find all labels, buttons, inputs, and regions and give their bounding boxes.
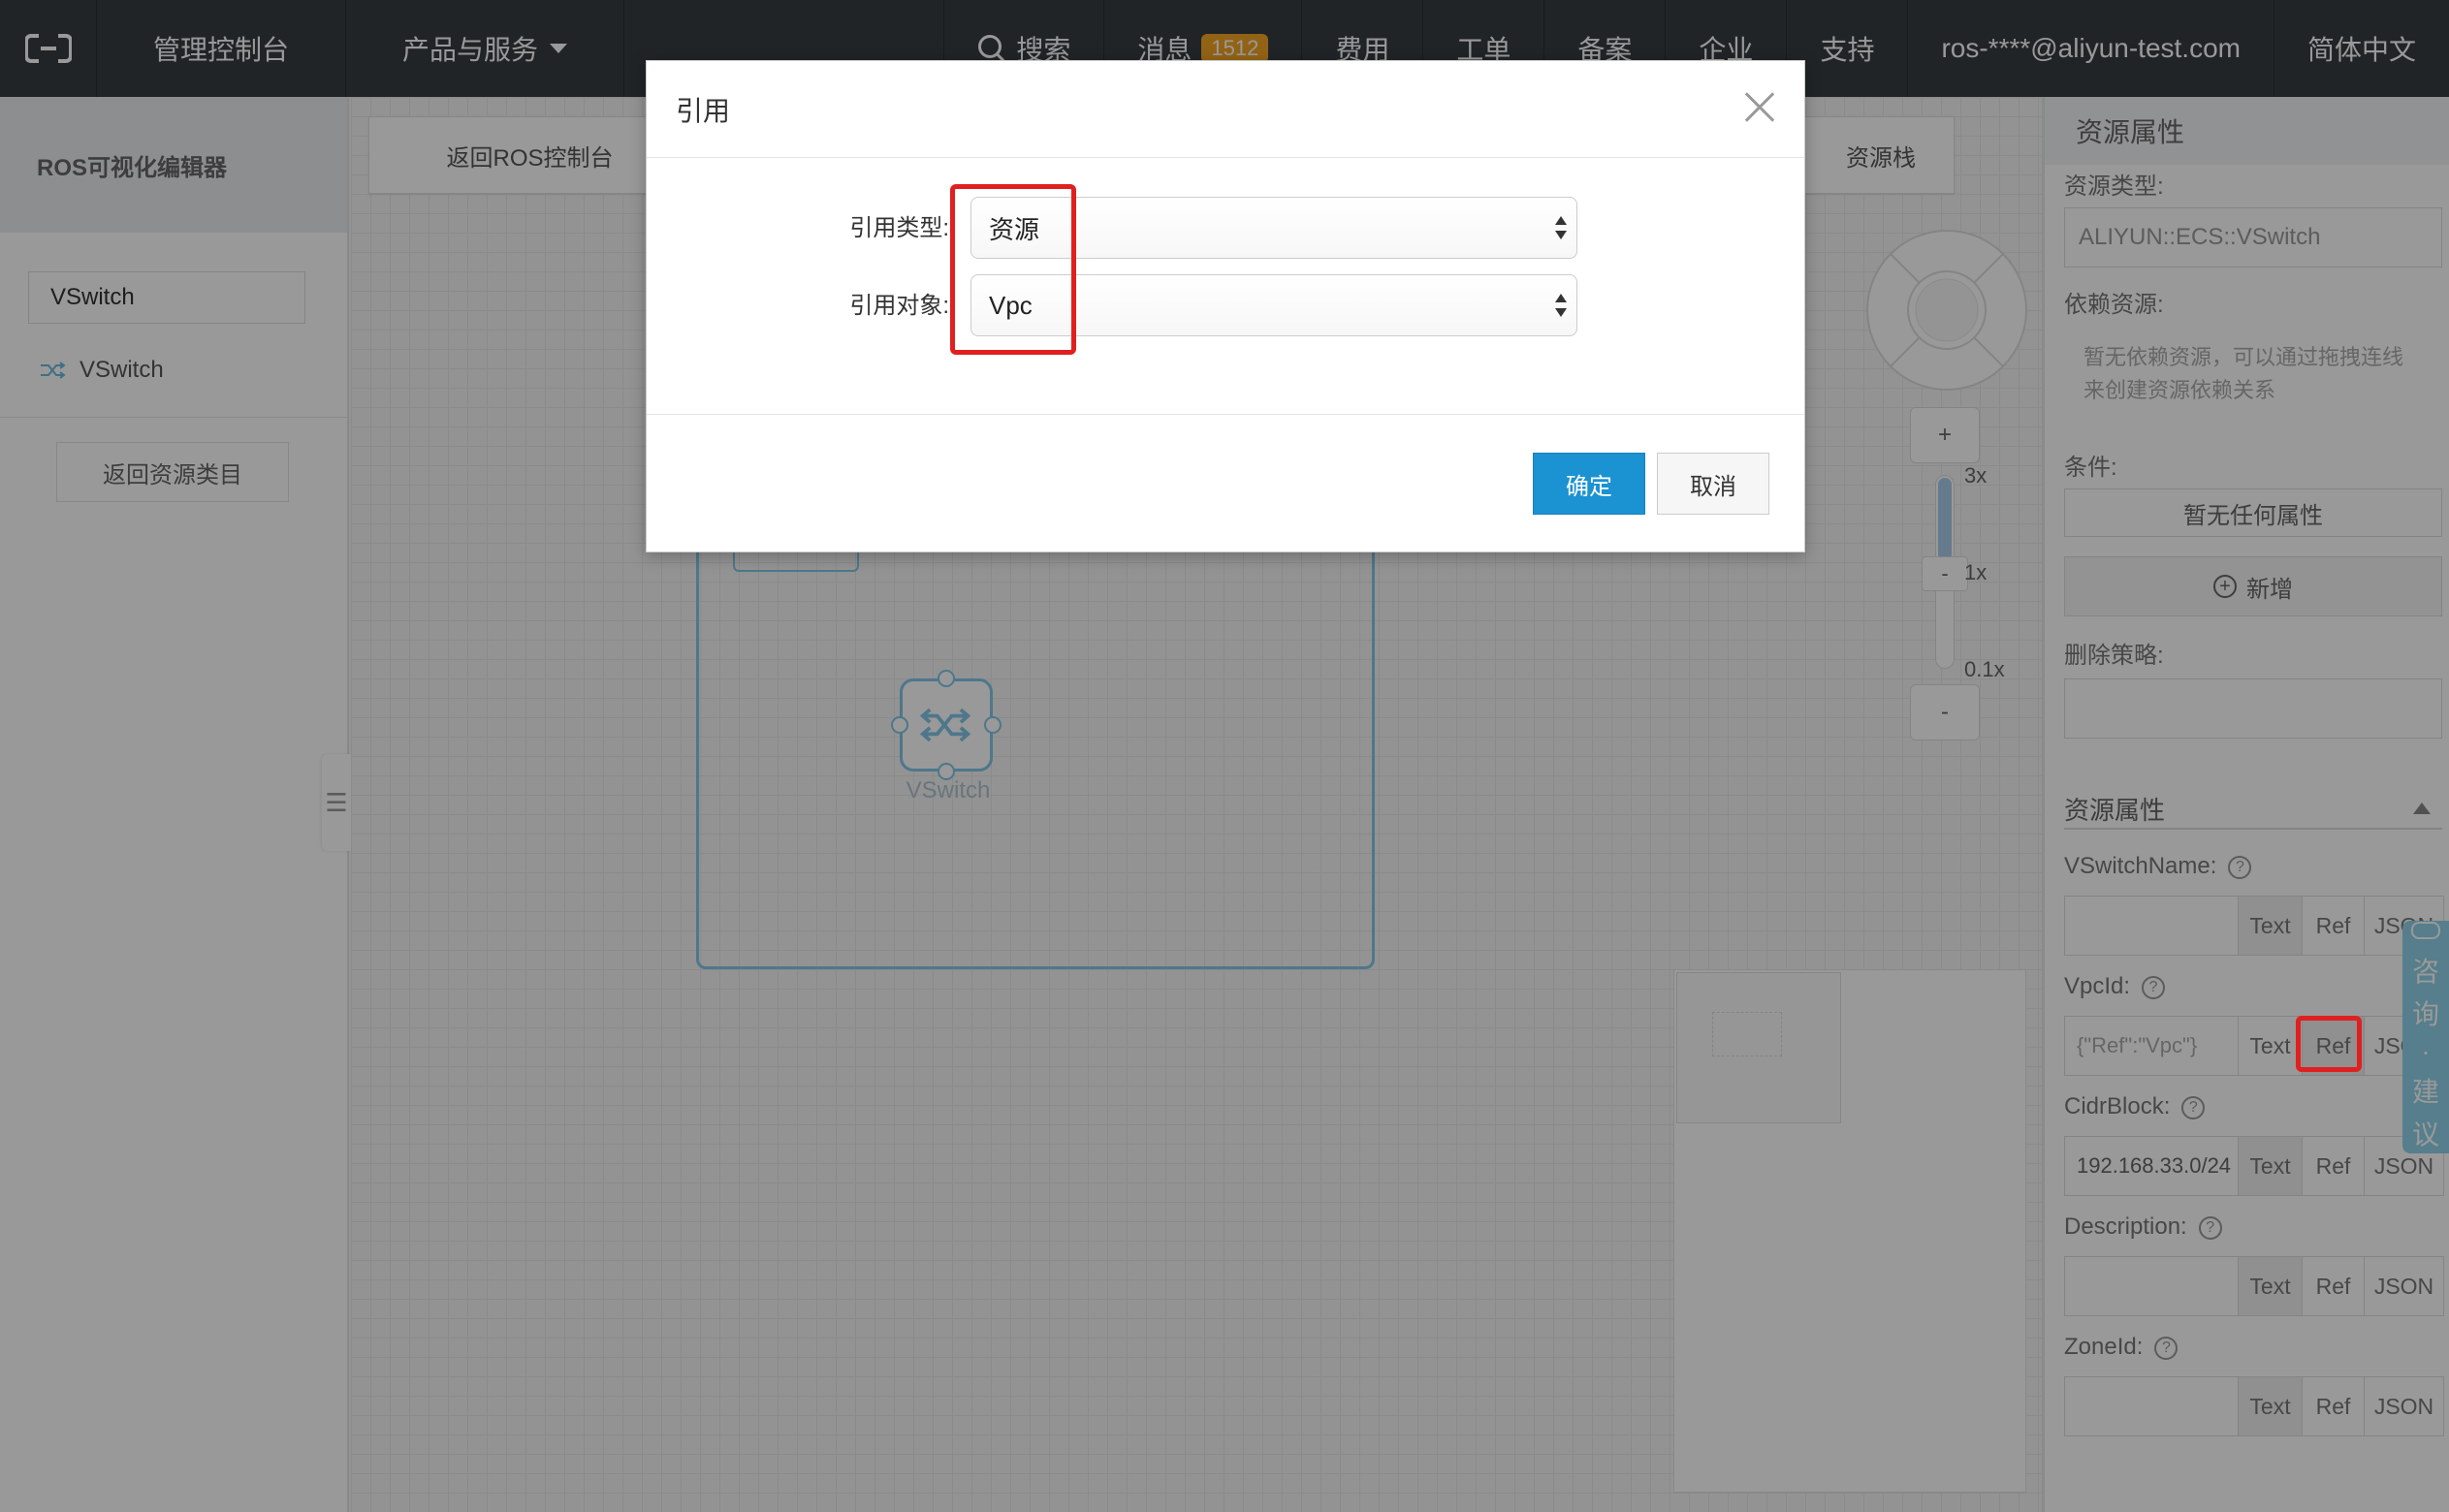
dialog-title: 引用 [647, 61, 1804, 158]
ref-target-value: Vpc [989, 290, 1033, 320]
ref-type-value: 资源 [989, 214, 1040, 244]
select-arrows-icon [1555, 214, 1567, 243]
select-arrows-icon [1555, 292, 1567, 321]
dialog-divider [647, 414, 1804, 415]
confirm-button[interactable]: 确定 [1533, 453, 1645, 515]
ros-editor-page: 管理控制台 产品与服务 搜索 消息 1512 费用 工单 备案 企业 支持 ro… [0, 0, 2449, 1512]
cancel-button[interactable]: 取消 [1657, 453, 1769, 515]
close-icon[interactable] [1740, 88, 1779, 127]
ref-target-label: 引用对象: [849, 293, 949, 319]
ref-target-select[interactable]: Vpc [970, 274, 1577, 336]
ref-type-label: 引用类型: [849, 215, 949, 241]
ref-type-select[interactable]: 资源 [970, 197, 1577, 259]
reference-dialog: 引用 引用类型: 资源 引用对象: Vpc 确定 取消 [646, 60, 1805, 552]
